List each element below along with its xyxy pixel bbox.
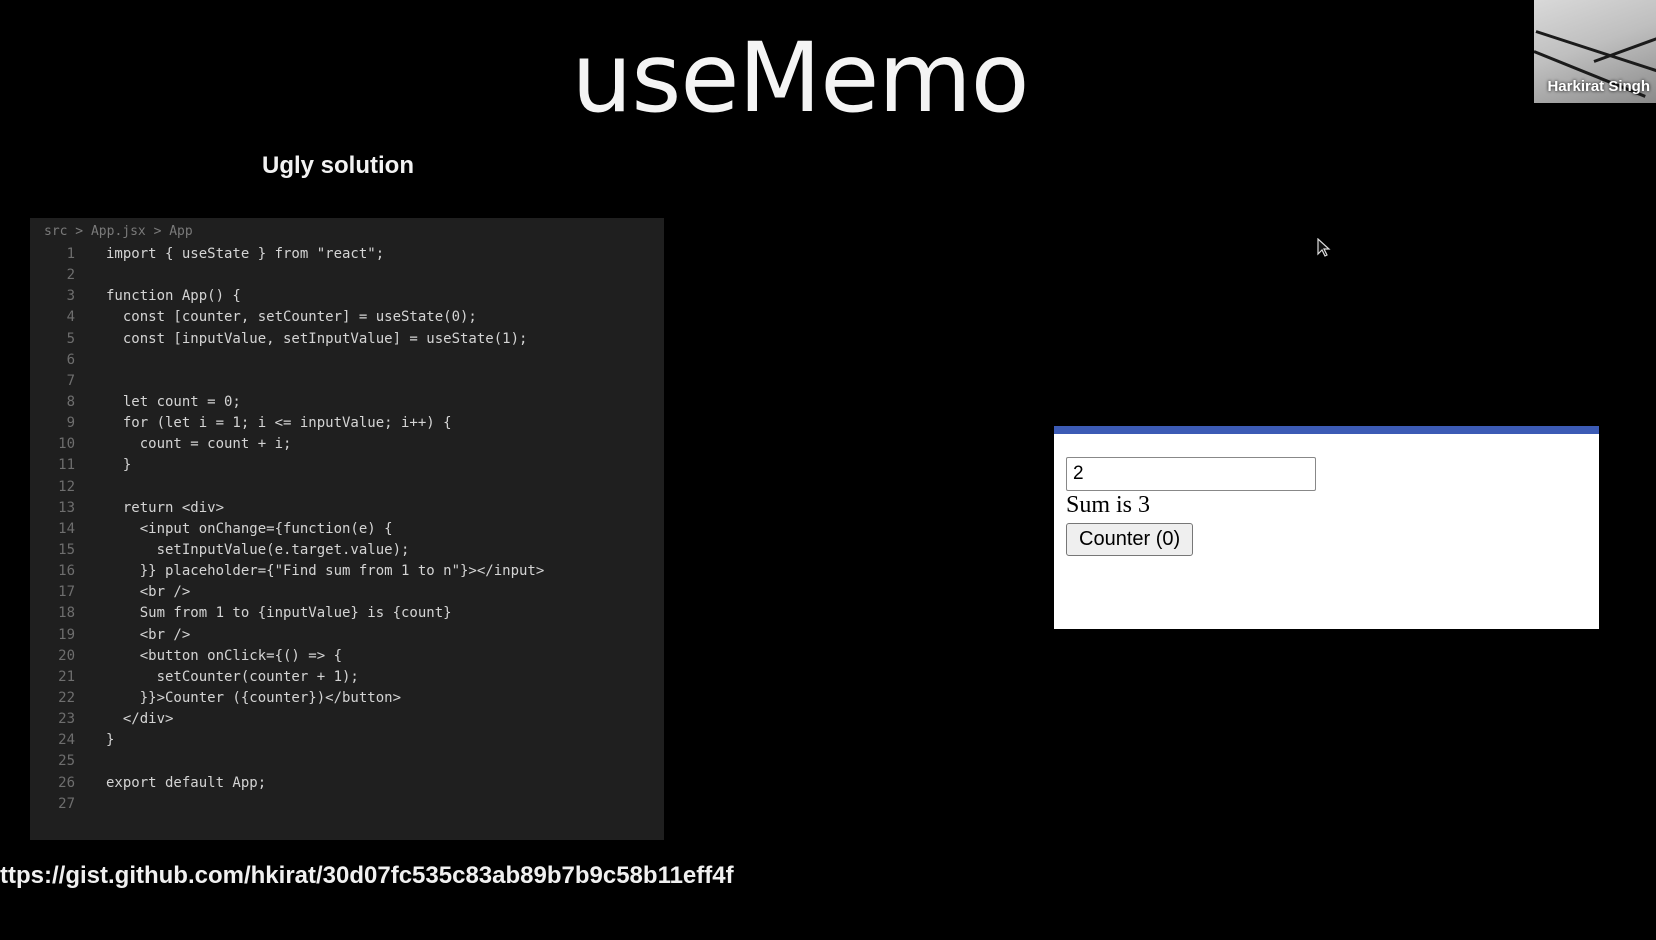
code-text: let count = 0; xyxy=(106,393,241,410)
webcam-thumbnail: Harkirat Singh xyxy=(1534,0,1656,103)
code-text: const [counter, setCounter] = useState(0… xyxy=(106,309,477,326)
code-text: }} placeholder={"Find sum from 1 to n"}>… xyxy=(106,563,545,580)
code-line: 17 <br /> xyxy=(30,582,664,603)
code-text: setInputValue(e.target.value); xyxy=(106,541,410,558)
line-number: 14 xyxy=(58,520,75,537)
code-line: 13 return <div> xyxy=(30,498,664,519)
code-editor-screenshot: src > App.jsx > App 1 import { useState }… xyxy=(30,218,664,840)
line-number: 5 xyxy=(66,330,75,347)
line-number: 10 xyxy=(58,436,75,453)
code-lines: 1 import { useState } from "react"; 2 3 func… xyxy=(30,244,664,815)
line-number: 25 xyxy=(58,753,75,770)
code-line: 16 }} placeholder={"Find sum from 1 to n… xyxy=(30,561,664,582)
code-text: return <div> xyxy=(106,499,225,516)
code-line: 18 Sum from 1 to {inputValue} is {count} xyxy=(30,603,664,624)
line-number: 7 xyxy=(66,372,75,389)
counter-button[interactable]: Counter (0) xyxy=(1066,523,1194,556)
code-line: 25 xyxy=(30,751,664,772)
line-number: 20 xyxy=(58,647,75,664)
line-number: 3 xyxy=(66,288,75,305)
line-number: 19 xyxy=(58,626,75,643)
code-line: 11 } xyxy=(30,455,664,476)
slide-title: useMemo xyxy=(571,22,1029,134)
line-number: 22 xyxy=(58,689,75,706)
line-number: 9 xyxy=(66,415,75,432)
code-text: export default App; xyxy=(106,774,267,791)
code-line: 24} xyxy=(30,730,664,751)
code-line: 19 <br /> xyxy=(30,625,664,646)
line-number: 4 xyxy=(66,309,75,326)
code-line: 20 <button onClick={() => { xyxy=(30,646,664,667)
code-line: 27 xyxy=(30,794,664,815)
webcam-participant-name: Harkirat Singh xyxy=(1547,78,1650,95)
line-number: 17 xyxy=(58,584,75,601)
code-line: 3 function App() { xyxy=(30,286,664,307)
line-number: 27 xyxy=(58,795,75,812)
code-line: 21 setCounter(counter + 1); xyxy=(30,667,664,688)
code-line: 7 xyxy=(30,371,664,392)
line-number: 21 xyxy=(58,668,75,685)
code-text: setCounter(counter + 1); xyxy=(106,668,359,685)
code-text: <br /> xyxy=(106,626,191,643)
code-line: 26 export default App; xyxy=(30,773,664,794)
code-text: for (let i = 1; i <= inputValue; i++) { xyxy=(106,415,452,432)
code-text: </div> xyxy=(106,711,174,728)
code-line: 9 for (let i = 1; i <= inputValue; i++) … xyxy=(30,413,664,434)
line-number: 26 xyxy=(58,774,75,791)
editor-breadcrumb: src > App.jsx > App xyxy=(44,224,193,239)
line-number: 11 xyxy=(58,457,75,474)
line-number: 6 xyxy=(66,351,75,368)
code-line: 12 xyxy=(30,477,664,498)
line-number: 8 xyxy=(66,393,75,410)
code-line: 2 xyxy=(30,265,664,286)
code-line: 6 xyxy=(30,350,664,371)
line-number: 1 xyxy=(66,246,75,262)
line-number: 12 xyxy=(58,478,75,495)
line-number: 2 xyxy=(66,267,75,284)
line-number: 24 xyxy=(58,732,75,749)
line-number: 13 xyxy=(58,499,75,516)
code-text: const [inputValue, setInputValue] = useS… xyxy=(106,330,528,347)
code-line: 14 <input onChange={function(e) { xyxy=(30,519,664,540)
code-text: <input onChange={function(e) { xyxy=(106,520,393,537)
code-line: 22 }}>Counter ({counter})</button> xyxy=(30,688,664,709)
line-number: 15 xyxy=(58,541,75,558)
code-text: <button onClick={() => { xyxy=(106,647,343,664)
gist-url: ttps://gist.github.com/hkirat/30d07fc535… xyxy=(0,862,734,889)
code-text: } xyxy=(106,732,115,749)
sum-text: Sum is 3 xyxy=(1066,492,1151,518)
mouse-cursor-icon xyxy=(1317,238,1331,257)
code-line: 10 count = count + i; xyxy=(30,434,664,455)
code-line: 5 const [inputValue, setInputValue] = us… xyxy=(30,329,664,350)
slide-subtitle: Ugly solution xyxy=(262,152,414,179)
code-text: <br /> xyxy=(106,584,191,601)
line-number: 18 xyxy=(58,605,75,622)
code-line: 8 let count = 0; xyxy=(30,392,664,413)
line-number: 23 xyxy=(58,711,75,728)
code-text: Sum from 1 to {inputValue} is {count} xyxy=(106,605,452,622)
code-text: } xyxy=(106,457,132,474)
code-line: 1 import { useState } from "react"; xyxy=(30,244,664,265)
code-line: 15 setInputValue(e.target.value); xyxy=(30,540,664,561)
browser-preview: Sum is 3 Counter (0) xyxy=(1054,426,1599,629)
line-number: 16 xyxy=(58,563,75,580)
code-text: import { useState } from "react"; xyxy=(106,246,385,262)
sum-input[interactable] xyxy=(1066,457,1316,491)
code-text: count = count + i; xyxy=(106,436,292,453)
code-line: 23 </div> xyxy=(30,709,664,730)
code-text: function App() { xyxy=(106,288,241,305)
code-line: 4 const [counter, setCounter] = useState… xyxy=(30,307,664,328)
code-text: }}>Counter ({counter})</button> xyxy=(106,689,402,706)
